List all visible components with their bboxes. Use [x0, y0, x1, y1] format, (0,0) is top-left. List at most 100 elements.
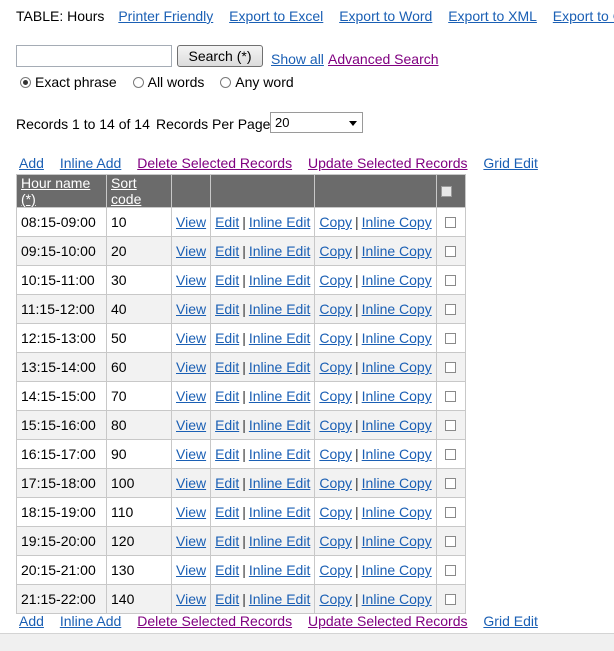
- edit-link[interactable]: Edit: [215, 243, 239, 259]
- inline-copy-link[interactable]: Inline Copy: [362, 243, 432, 259]
- radio-exact-phrase[interactable]: Exact phrase: [20, 74, 117, 90]
- row-select-checkbox[interactable]: [445, 565, 457, 576]
- inline-copy-link[interactable]: Inline Copy: [362, 446, 432, 462]
- edit-link[interactable]: Edit: [215, 272, 239, 288]
- edit-link[interactable]: Edit: [215, 591, 239, 607]
- inline-edit-link[interactable]: Inline Edit: [249, 417, 310, 433]
- row-select-checkbox[interactable]: [445, 420, 457, 431]
- inline-copy-link[interactable]: Inline Copy: [362, 330, 432, 346]
- row-select-checkbox[interactable]: [445, 594, 457, 605]
- grid-edit-link[interactable]: Grid Edit: [483, 613, 537, 629]
- copy-link[interactable]: Copy: [319, 243, 352, 259]
- inline-copy-link[interactable]: Inline Copy: [362, 301, 432, 317]
- inline-edit-link[interactable]: Inline Edit: [249, 533, 310, 549]
- radio-any-word[interactable]: Any word: [220, 74, 294, 90]
- copy-link[interactable]: Copy: [319, 359, 352, 375]
- update-selected-link[interactable]: Update Selected Records: [308, 155, 468, 171]
- view-link[interactable]: View: [176, 591, 206, 607]
- view-link[interactable]: View: [176, 417, 206, 433]
- view-link[interactable]: View: [176, 475, 206, 491]
- horizontal-scrollbar[interactable]: [0, 633, 614, 651]
- export-excel-link[interactable]: Export to Excel: [229, 8, 323, 24]
- copy-link[interactable]: Copy: [319, 214, 352, 230]
- inline-copy-link[interactable]: Inline Copy: [362, 388, 432, 404]
- view-link[interactable]: View: [176, 330, 206, 346]
- advanced-search-link[interactable]: Advanced Search: [328, 51, 439, 67]
- edit-link[interactable]: Edit: [215, 330, 239, 346]
- inline-copy-link[interactable]: Inline Copy: [362, 214, 432, 230]
- inline-copy-link[interactable]: Inline Copy: [362, 475, 432, 491]
- inline-edit-link[interactable]: Inline Edit: [249, 272, 310, 288]
- inline-copy-link[interactable]: Inline Copy: [362, 562, 432, 578]
- search-button[interactable]: Search (*): [177, 45, 263, 67]
- edit-link[interactable]: Edit: [215, 359, 239, 375]
- copy-link[interactable]: Copy: [319, 533, 352, 549]
- update-selected-link[interactable]: Update Selected Records: [308, 613, 468, 629]
- copy-link[interactable]: Copy: [319, 504, 352, 520]
- edit-link[interactable]: Edit: [215, 562, 239, 578]
- hour-name-sort-link[interactable]: Hour name (*): [21, 175, 90, 207]
- printer-friendly-link[interactable]: Printer Friendly: [118, 8, 213, 24]
- export-word-link[interactable]: Export to Word: [339, 8, 432, 24]
- row-select-checkbox[interactable]: [445, 536, 457, 547]
- inline-copy-link[interactable]: Inline Copy: [362, 272, 432, 288]
- row-select-checkbox[interactable]: [445, 246, 457, 257]
- col-header-select-all[interactable]: [435, 174, 466, 208]
- row-select-checkbox[interactable]: [445, 507, 457, 518]
- copy-link[interactable]: Copy: [319, 591, 352, 607]
- copy-link[interactable]: Copy: [319, 446, 352, 462]
- inline-edit-link[interactable]: Inline Edit: [249, 359, 310, 375]
- edit-link[interactable]: Edit: [215, 417, 239, 433]
- delete-selected-link[interactable]: Delete Selected Records: [137, 613, 292, 629]
- inline-edit-link[interactable]: Inline Edit: [249, 330, 310, 346]
- edit-link[interactable]: Edit: [215, 301, 239, 317]
- view-link[interactable]: View: [176, 562, 206, 578]
- copy-link[interactable]: Copy: [319, 562, 352, 578]
- edit-link[interactable]: Edit: [215, 475, 239, 491]
- row-select-checkbox[interactable]: [445, 391, 457, 402]
- search-input[interactable]: [16, 45, 172, 67]
- row-select-checkbox[interactable]: [445, 449, 457, 460]
- delete-selected-link[interactable]: Delete Selected Records: [137, 155, 292, 171]
- sort-code-sort-link[interactable]: Sort code: [111, 175, 141, 207]
- inline-edit-link[interactable]: Inline Edit: [249, 214, 310, 230]
- inline-edit-link[interactable]: Inline Edit: [249, 591, 310, 607]
- row-select-checkbox[interactable]: [445, 478, 457, 489]
- add-link[interactable]: Add: [19, 155, 44, 171]
- copy-link[interactable]: Copy: [319, 388, 352, 404]
- inline-add-link[interactable]: Inline Add: [60, 155, 122, 171]
- row-select-checkbox[interactable]: [445, 217, 457, 228]
- inline-edit-link[interactable]: Inline Edit: [249, 475, 310, 491]
- inline-edit-link[interactable]: Inline Edit: [249, 301, 310, 317]
- edit-link[interactable]: Edit: [215, 388, 239, 404]
- inline-edit-link[interactable]: Inline Edit: [249, 243, 310, 259]
- inline-add-link[interactable]: Inline Add: [60, 613, 122, 629]
- inline-edit-link[interactable]: Inline Edit: [249, 388, 310, 404]
- row-select-checkbox[interactable]: [445, 304, 457, 315]
- inline-copy-link[interactable]: Inline Copy: [362, 359, 432, 375]
- copy-link[interactable]: Copy: [319, 475, 352, 491]
- add-link[interactable]: Add: [19, 613, 44, 629]
- copy-link[interactable]: Copy: [319, 301, 352, 317]
- inline-copy-link[interactable]: Inline Copy: [362, 417, 432, 433]
- inline-copy-link[interactable]: Inline Copy: [362, 591, 432, 607]
- view-link[interactable]: View: [176, 504, 206, 520]
- view-link[interactable]: View: [176, 446, 206, 462]
- inline-copy-link[interactable]: Inline Copy: [362, 533, 432, 549]
- row-select-checkbox[interactable]: [445, 275, 457, 286]
- inline-edit-link[interactable]: Inline Edit: [249, 562, 310, 578]
- view-link[interactable]: View: [176, 388, 206, 404]
- row-select-checkbox[interactable]: [445, 333, 457, 344]
- edit-link[interactable]: Edit: [215, 214, 239, 230]
- copy-link[interactable]: Copy: [319, 417, 352, 433]
- records-per-page-select[interactable]: 20: [270, 112, 363, 133]
- edit-link[interactable]: Edit: [215, 504, 239, 520]
- edit-link[interactable]: Edit: [215, 446, 239, 462]
- view-link[interactable]: View: [176, 359, 206, 375]
- select-all-checkbox[interactable]: [440, 186, 452, 197]
- view-link[interactable]: View: [176, 272, 206, 288]
- export-xml-link[interactable]: Export to XML: [448, 8, 537, 24]
- col-header-hour-name[interactable]: Hour name (*): [16, 174, 107, 208]
- inline-copy-link[interactable]: Inline Copy: [362, 504, 432, 520]
- grid-edit-link[interactable]: Grid Edit: [483, 155, 537, 171]
